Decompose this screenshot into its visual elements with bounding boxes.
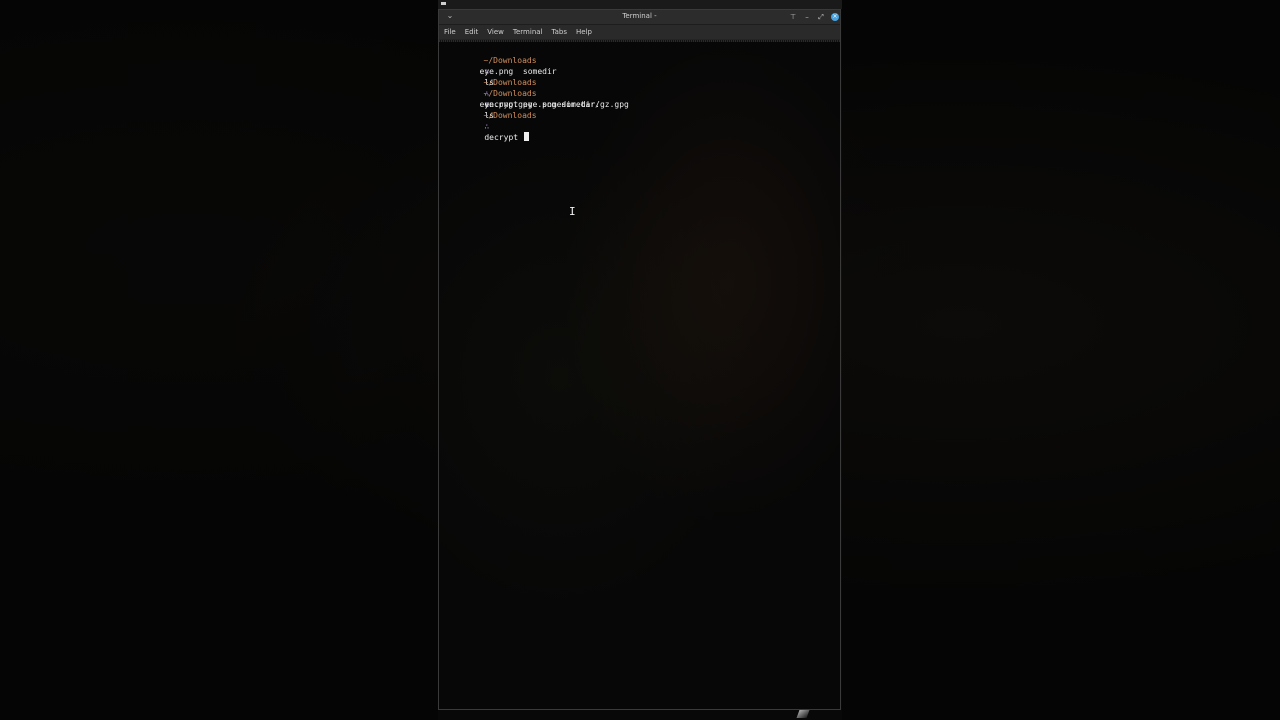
- prompt-symbol: ∴: [484, 122, 490, 131]
- menu-bar: File Edit View Terminal Tabs Help: [439, 25, 840, 40]
- desktop-background: ⌄ Terminal - ⊤ – ⤢ × File Edit View Term…: [0, 0, 1280, 720]
- terminal-body[interactable]: ~/Downloads ∴ ls eye.png somedir ~/Downl…: [439, 42, 840, 709]
- menu-item-view[interactable]: View: [487, 26, 504, 38]
- mouse-ibeam-icon: I: [569, 205, 576, 218]
- menu-item-file[interactable]: File: [444, 26, 456, 38]
- menu-item-edit[interactable]: Edit: [465, 26, 479, 38]
- command-text: decrypt: [484, 133, 523, 142]
- window-controls: ⊤ – ⤢ ×: [789, 11, 839, 22]
- menu-item-terminal[interactable]: Terminal: [513, 26, 543, 38]
- text-cursor: [523, 132, 529, 141]
- close-icon[interactable]: ×: [831, 12, 839, 21]
- desktop-right-region: [842, 0, 1280, 720]
- prompt-path: ~/Downloads: [483, 89, 537, 98]
- desktop-left-region: [0, 0, 438, 720]
- top-panel-indicator-icon: [441, 2, 446, 5]
- title-bar[interactable]: ⌄ Terminal - ⊤ – ⤢ ×: [439, 10, 840, 25]
- screen-corner-handle: [796, 710, 810, 718]
- prompt-path: ~/Downloads: [483, 111, 537, 120]
- output-text: eye.png somedir: [479, 67, 557, 76]
- top-panel-sliver: [438, 0, 842, 9]
- maximize-icon[interactable]: ⤢: [817, 12, 825, 22]
- pin-icon[interactable]: ⊤: [789, 12, 797, 22]
- menu-item-help[interactable]: Help: [576, 26, 592, 38]
- minimize-icon[interactable]: –: [803, 12, 811, 22]
- prompt-path: ~/Downloads: [483, 56, 537, 65]
- terminal-line: ~/Downloads ∴ ls: [441, 44, 840, 87]
- menu-item-tabs[interactable]: Tabs: [552, 26, 568, 38]
- window-title: Terminal -: [622, 12, 657, 20]
- output-text: eye.png.gpg somedir.tar.gz.gpg: [479, 100, 629, 109]
- terminal-window: ⌄ Terminal - ⊤ – ⤢ × File Edit View Term…: [438, 9, 841, 710]
- prompt-path: ~/Downloads: [483, 78, 537, 87]
